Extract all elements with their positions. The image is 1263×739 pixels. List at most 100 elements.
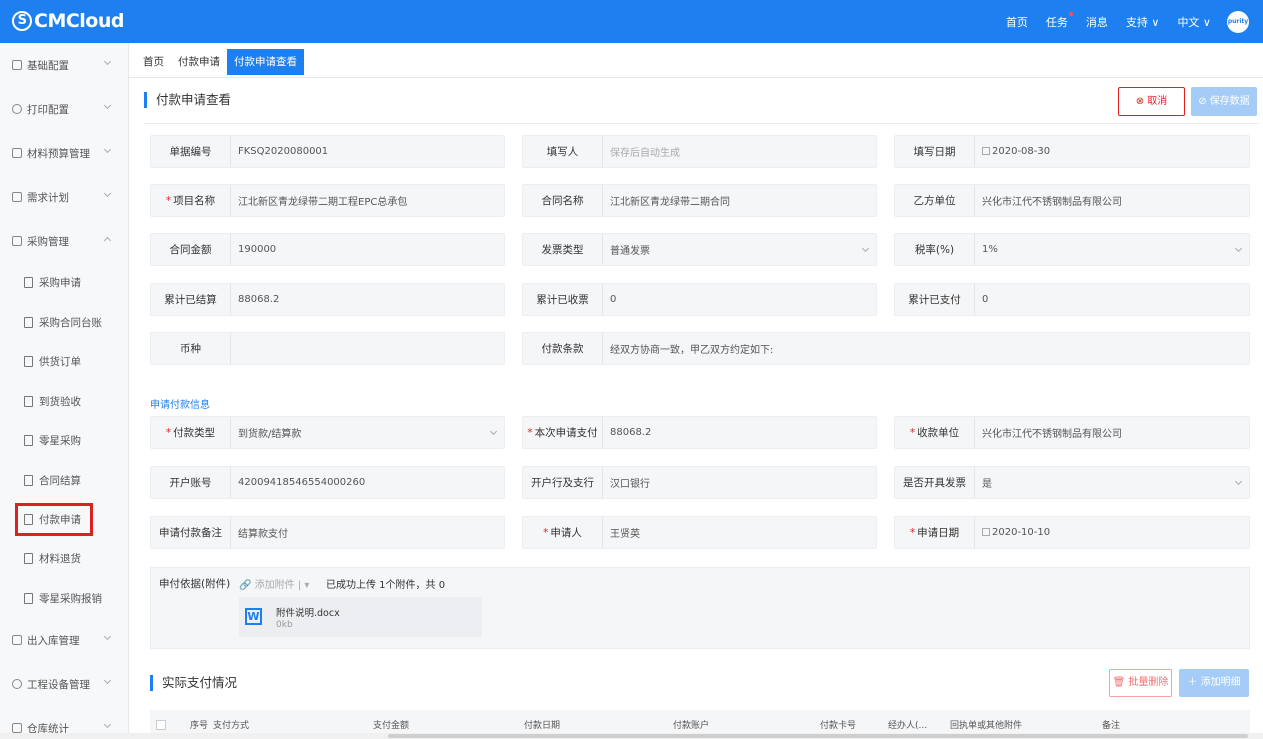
save-button[interactable]: ⊘ 保存数据	[1191, 87, 1257, 116]
doc-icon	[12, 148, 22, 158]
sidebar-sub-material-return[interactable]: 材料退货	[0, 539, 128, 579]
col-header: 回执单或其他附件	[950, 721, 1023, 731]
nav-tasks[interactable]: 任务	[1046, 11, 1073, 30]
chevron-down-icon	[103, 720, 112, 729]
top-bar: S CMCloud 首页 任务 消息 支持 ∨ 中文 ∨ purity	[0, 0, 1263, 43]
field-pay-type[interactable]: * 付款类型 到货款/结算款	[150, 416, 505, 449]
col-header: 备注	[1102, 721, 1121, 731]
required-mark: *	[909, 426, 916, 439]
field-label: 填写日期	[895, 136, 975, 167]
field-label: 累计已收票	[523, 284, 603, 315]
chevron-down-icon	[103, 676, 112, 685]
sidebar-sub-small-purchase[interactable]: 零星采购	[0, 421, 128, 461]
sidebar-sub-label: 零星采购	[39, 435, 81, 448]
field-currency[interactable]: 币种	[150, 332, 505, 365]
sidebar-item-demand-plan[interactable]: 需求计划	[0, 175, 128, 219]
return-icon	[24, 553, 33, 565]
required-mark: *	[165, 426, 172, 439]
field-invoice-issued[interactable]: 是否开具发票是	[894, 466, 1250, 499]
sidebar-item-budget[interactable]: 材料预算管理	[0, 131, 128, 175]
file-size: 0kb	[276, 620, 293, 630]
sidebar-sub-purchase-request[interactable]: 采购申请	[0, 263, 128, 303]
field-label: 合同金额	[151, 234, 231, 265]
tab-payment-request[interactable]: 付款申请	[171, 49, 227, 75]
sidebar-item-procurement[interactable]: 采购管理	[0, 219, 128, 263]
nav-messages[interactable]: 消息	[1086, 14, 1108, 30]
field-label: * 申请日期	[895, 517, 975, 548]
sidebar-sub-contract-settlement[interactable]: 合同结算	[0, 461, 128, 501]
avatar[interactable]: purity	[1227, 10, 1249, 33]
sidebar-item-label: 工程设备管理	[27, 678, 90, 691]
tab-home[interactable]: 首页	[136, 49, 171, 75]
doc-icon	[24, 514, 33, 525]
scrollbar-thumb[interactable]	[388, 734, 1248, 738]
cancel-button[interactable]: ⊗ 取消	[1118, 87, 1185, 116]
field-value: 是	[982, 479, 992, 490]
sidebar-sub-contract-ledger[interactable]: 采购合同台账	[0, 303, 128, 343]
field-label: 累计已结算	[151, 284, 231, 315]
field-value: 0	[982, 294, 989, 305]
field-bank[interactable]: 开户行及支行 汉口银行	[522, 466, 877, 499]
sidebar-sub-label: 供货订单	[39, 356, 81, 369]
field-value: 王贤英	[610, 529, 640, 540]
logo-icon: S	[12, 11, 32, 31]
sidebar-sub-payment-request[interactable]: 付款申请	[15, 503, 93, 536]
file-card[interactable]: W 附件说明.docx 0kb	[239, 597, 482, 637]
field-value: 1%	[982, 244, 998, 255]
nav-support[interactable]: 支持 ∨	[1126, 14, 1160, 30]
field-value: 普通发票	[610, 246, 650, 257]
select-all-checkbox[interactable]	[156, 719, 166, 730]
field-value: 汉口银行	[610, 479, 650, 490]
field-project[interactable]: * 项目名称 江北新区青龙绿带二期工程EPC总承包	[150, 184, 505, 217]
field-label: 填写人	[523, 136, 603, 167]
field-payee[interactable]: * 收款单位 兴化市江代不锈钢制品有限公司	[894, 416, 1250, 449]
field-invoice-type[interactable]: 发票类型 普通发票	[522, 233, 877, 266]
field-label: 付款条款	[523, 333, 603, 364]
field-label: 开户行及支行	[523, 467, 603, 498]
field-label: 乙方单位	[895, 185, 975, 216]
field-remark[interactable]: 申请付款备注 结算款支付	[150, 516, 505, 549]
field-label-text: 项目名称	[173, 195, 216, 207]
field-amount: 合同金额 190000	[150, 233, 505, 266]
field-contract: 合同名称 江北新区青龙绿带二期合同	[522, 184, 877, 217]
sidebar-sub-arrival-check[interactable]: 到货验收	[0, 382, 128, 422]
divider	[144, 123, 1259, 124]
chevron-up-icon	[103, 236, 112, 245]
field-value: 88068.2	[238, 294, 280, 305]
field-apply-date[interactable]: * 申请日期 2020-10-10	[894, 516, 1250, 549]
field-account[interactable]: 开户账号 42009418546554000260	[150, 466, 505, 499]
attachment-label: 申付依据(附件)	[159, 578, 231, 590]
sidebar-item-equipment[interactable]: 工程设备管理	[0, 662, 128, 706]
sidebar-sub-small-reimburse[interactable]: 零星采购报销	[0, 579, 128, 619]
top-nav: 首页 任务 消息 支持 ∨ 中文 ∨ purity	[988, 0, 1249, 43]
add-attachment-button[interactable]: 🔗 添加附件 | ▾	[239, 576, 309, 591]
add-detail-button[interactable]: ＋ 添加明细	[1179, 669, 1249, 697]
logo[interactable]: S CMCloud	[12, 10, 125, 32]
required-mark: *	[165, 194, 172, 207]
field-fill-date: 填写日期 2020-08-30	[894, 135, 1250, 168]
field-label: * 项目名称	[151, 185, 231, 216]
col-header: 支付方式	[213, 721, 250, 731]
doc-icon	[24, 356, 33, 368]
batch-delete-button[interactable]: 🗑 批量删除	[1109, 669, 1172, 697]
sidebar-item-basic-config[interactable]: 基础配置	[0, 43, 128, 87]
horizontal-scrollbar[interactable]	[0, 733, 1263, 739]
doc-icon	[24, 316, 33, 328]
sidebar-sub-supply-order[interactable]: 供货订单	[0, 342, 128, 382]
sidebar-item-warehouse[interactable]: 出入库管理	[0, 618, 128, 662]
field-this-pay[interactable]: * 本次申请支付 88068.2	[522, 416, 877, 449]
nav-home[interactable]: 首页	[1006, 14, 1028, 30]
field-applicant[interactable]: * 申请人 王贤英	[522, 516, 877, 549]
sidebar-sub-label: 到货验收	[39, 395, 81, 408]
field-tax-rate[interactable]: 税率(%) 1%	[894, 233, 1250, 266]
sidebar-item-print-config[interactable]: 打印配置	[0, 87, 128, 131]
field-label: 申请付款备注	[151, 517, 231, 548]
warehouse-icon	[12, 635, 22, 645]
tab-payment-request-view[interactable]: 付款申请查看	[227, 49, 304, 75]
page-title: 付款申请查看	[144, 92, 231, 108]
field-label-text: 申请人	[550, 527, 582, 539]
nav-language[interactable]: 中文 ∨	[1177, 14, 1211, 30]
field-label: * 本次申请支付	[523, 417, 603, 448]
field-value: 江北新区青龙绿带二期合同	[610, 197, 730, 208]
col-header: 经办人(...	[888, 721, 928, 731]
